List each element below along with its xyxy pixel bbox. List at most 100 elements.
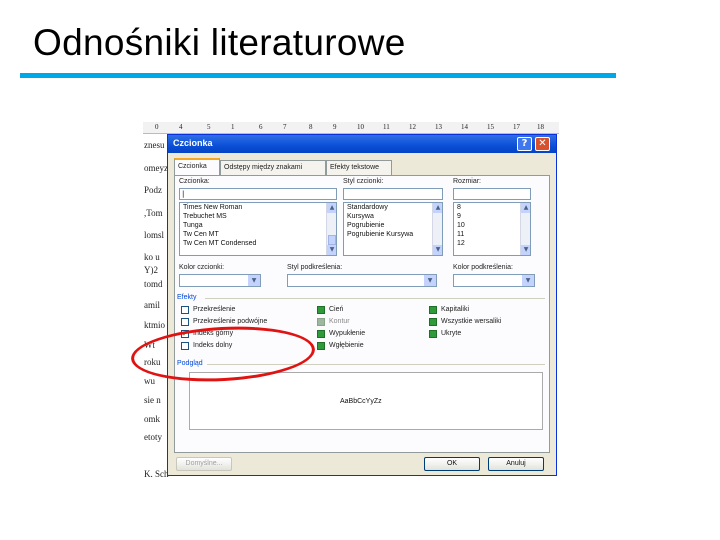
checkbox-kapitaliki[interactable] xyxy=(429,306,437,314)
font-color-label: Kolor czcionki: xyxy=(179,264,225,271)
size-list-scrollbar[interactable]: ▲ ▼ xyxy=(520,203,530,255)
font-input[interactable]: | xyxy=(179,188,337,200)
dialog-titlebar[interactable]: Czcionka ? ✕ xyxy=(168,135,556,153)
effect-label: Cień xyxy=(329,306,344,313)
ruler-mark: 17 xyxy=(513,123,520,131)
style-option[interactable]: Pogrubienie xyxy=(344,221,442,230)
ok-button[interactable]: OK xyxy=(424,457,480,471)
underline-style-select[interactable]: ▼ xyxy=(287,274,437,287)
doc-fragment: Podz xyxy=(144,185,162,195)
scroll-up-icon[interactable]: ▲ xyxy=(327,203,336,213)
effects-label: Efekty xyxy=(177,294,197,301)
style-option[interactable]: Standardowy xyxy=(344,203,442,212)
default-button[interactable]: Domyślne... xyxy=(176,457,232,471)
style-list[interactable]: Standardowy Kursywa Pogrubienie Pogrubie… xyxy=(343,202,443,256)
screenshot: 0 4 5 1 6 7 8 9 10 11 12 13 14 15 17 18 … xyxy=(143,122,559,480)
doc-fragment: znesu xyxy=(144,140,165,150)
checkbox-przekreslenie-podwojne[interactable] xyxy=(181,318,189,326)
ruler-mark: 9 xyxy=(333,123,337,131)
effect-label: Przekreślenie podwójne xyxy=(193,318,268,325)
effect-label: Przekreślenie xyxy=(193,306,236,313)
style-option[interactable]: Pogrubienie Kursywa xyxy=(344,230,442,239)
chevron-down-icon[interactable]: ▼ xyxy=(248,275,260,286)
checkbox-wglebienie[interactable] xyxy=(317,342,325,350)
size-option[interactable]: 11 xyxy=(454,230,530,239)
effect-label: Ukryte xyxy=(441,330,462,337)
slide-title: Odnośniki literaturowe xyxy=(33,22,406,63)
preview-box: AaBbCcYyZz xyxy=(189,372,543,430)
ruler-mark: 13 xyxy=(435,123,442,131)
font-label: Czcionka: xyxy=(179,178,210,185)
checkbox-wszystkie-wersaliki[interactable] xyxy=(429,318,437,326)
font-option[interactable]: Tw Cen MT Condensed xyxy=(180,239,336,248)
effect-label: Kapitaliki xyxy=(441,306,470,313)
size-label: Rozmiar: xyxy=(453,178,482,185)
checkbox-ukryte[interactable] xyxy=(429,330,437,338)
chevron-down-icon[interactable]: ▼ xyxy=(522,275,534,286)
font-option[interactable]: Times New Roman xyxy=(180,203,336,212)
doc-fragment: tomd xyxy=(144,279,163,289)
help-button[interactable]: ? xyxy=(517,137,532,151)
checkbox-przekreslenie[interactable] xyxy=(181,306,189,314)
style-label: Styl czcionki: xyxy=(343,178,384,185)
size-option[interactable]: 10 xyxy=(454,221,530,230)
ruler-mark: 6 xyxy=(259,123,263,131)
effect-label: Wszystkie wersaliki xyxy=(441,318,502,325)
scroll-down-icon[interactable]: ▼ xyxy=(327,245,336,255)
doc-fragment: omk xyxy=(144,414,161,424)
doc-fragment: lomsl xyxy=(144,230,165,240)
ruler-mark: 7 xyxy=(283,123,287,131)
doc-fragment: wu xyxy=(144,376,155,386)
font-option[interactable]: Tunga xyxy=(180,221,336,230)
doc-fragment: ko u xyxy=(144,252,160,262)
ruler-mark: 14 xyxy=(461,123,468,131)
font-option[interactable]: Trebuchet MS xyxy=(180,212,336,221)
ruler-mark: 5 xyxy=(207,123,211,131)
underline-style-label: Styl podkreślenia: xyxy=(287,264,343,271)
ruler-mark: 4 xyxy=(179,123,183,131)
underline-color-select[interactable]: ▼ xyxy=(453,274,535,287)
ruler-mark: 0 xyxy=(155,123,159,131)
close-button[interactable]: ✕ xyxy=(535,137,550,151)
font-list-scrollbar[interactable]: ▲ ▼ xyxy=(326,203,336,255)
scroll-thumb[interactable] xyxy=(328,235,336,245)
ruler-mark: 1 xyxy=(231,123,235,131)
size-option[interactable]: 12 xyxy=(454,239,530,248)
doc-fragment: K. Sch xyxy=(144,469,169,479)
doc-fragment: etoty xyxy=(144,432,162,442)
dialog-title: Czcionka xyxy=(173,138,213,148)
tab-odstepy[interactable]: Odstępy między znakami xyxy=(220,160,326,175)
doc-fragment: ktmio xyxy=(144,320,166,330)
ruler-mark: 8 xyxy=(309,123,313,131)
cancel-button[interactable]: Anuluj xyxy=(488,457,544,471)
checkbox-kontur[interactable] xyxy=(317,318,325,326)
style-input[interactable] xyxy=(343,188,443,200)
style-list-scrollbar[interactable]: ▲ ▼ xyxy=(432,203,442,255)
tab-panel: Czcionka: | Times New Roman Trebuchet MS… xyxy=(174,175,550,453)
size-input[interactable] xyxy=(453,188,531,200)
ruler-mark: 15 xyxy=(487,123,494,131)
font-list[interactable]: Times New Roman Trebuchet MS Tunga Tw Ce… xyxy=(179,202,337,256)
scroll-up-icon[interactable]: ▲ xyxy=(433,203,442,213)
document-text: znesu omeyz Podz ,Tom lomsl ko u Y)2 tom… xyxy=(143,134,169,480)
size-option[interactable]: 9 xyxy=(454,212,530,221)
preview-text: AaBbCcYyZz xyxy=(340,398,382,405)
underline-color-label: Kolor podkreślenia: xyxy=(453,264,513,271)
effect-label: Wypukłenie xyxy=(329,330,366,337)
checkbox-cien[interactable] xyxy=(317,306,325,314)
checkbox-wypuklenie[interactable] xyxy=(317,330,325,338)
size-list[interactable]: 8 9 10 11 12 ▲ ▼ xyxy=(453,202,531,256)
doc-fragment: Y)2 xyxy=(144,265,158,275)
size-option[interactable]: 8 xyxy=(454,203,530,212)
tab-czcionka[interactable]: Czcionka xyxy=(174,158,220,175)
ruler-mark: 18 xyxy=(537,123,544,131)
doc-fragment: sie n xyxy=(144,395,161,405)
scroll-down-icon[interactable]: ▼ xyxy=(521,245,530,255)
scroll-down-icon[interactable]: ▼ xyxy=(433,245,442,255)
font-color-select[interactable]: ▼ xyxy=(179,274,261,287)
scroll-up-icon[interactable]: ▲ xyxy=(521,203,530,213)
chevron-down-icon[interactable]: ▼ xyxy=(424,275,436,286)
tab-efekty-tekstowe[interactable]: Efekty tekstowe xyxy=(326,160,392,175)
font-option[interactable]: Tw Cen MT xyxy=(180,230,336,239)
style-option[interactable]: Kursywa xyxy=(344,212,442,221)
